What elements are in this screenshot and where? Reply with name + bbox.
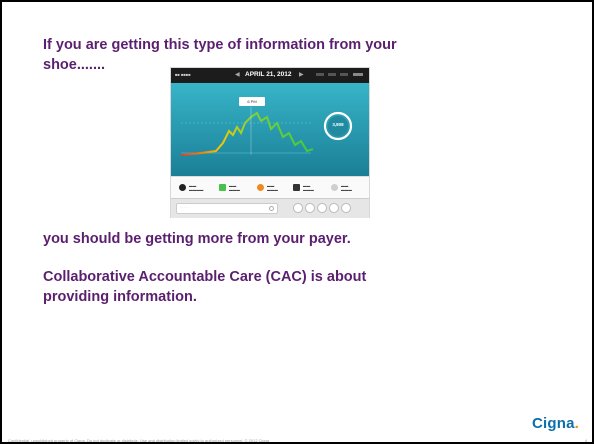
app-date: APRIL 21, 2012 xyxy=(245,71,292,78)
app-menu-item xyxy=(328,73,336,76)
share-dot xyxy=(305,203,315,213)
headline-line-1: If you are getting this type of informat… xyxy=(43,37,397,53)
app-top-bar: ■■ ■■■■ ◀ APRIL 21, 2012 ▶ xyxy=(171,68,369,83)
left-arrow-icon: ◀ xyxy=(235,71,240,78)
activity-chart-panel: 6 PM 3,808 xyxy=(171,83,369,176)
chart-tooltip: 6 PM xyxy=(239,97,265,106)
confidential-footer: Confidential, unpublished property of Ci… xyxy=(8,438,270,443)
share-dot xyxy=(317,203,327,213)
fuel-value: 3,808 xyxy=(332,122,344,127)
app-screenshot: ■■ ■■■■ ◀ APRIL 21, 2012 ▶ 6 PM 3,808 ▬▬… xyxy=(170,67,370,218)
share-dot xyxy=(329,203,339,213)
share-dot xyxy=(293,203,303,213)
body-line-payer: you should be getting more from your pay… xyxy=(43,231,351,247)
right-arrow-icon: ▶ xyxy=(299,71,304,78)
headline-line-2: shoe....... xyxy=(43,57,106,73)
app-menu-item xyxy=(353,73,363,76)
search-icon xyxy=(269,206,274,211)
fuel-gauge-icon: 3,808 xyxy=(323,111,353,141)
app-brand: ■■ ■■■■ xyxy=(175,72,191,77)
app-menu-item xyxy=(316,73,324,76)
body-line-info: providing information. xyxy=(43,289,197,305)
search-input: · · · · · xyxy=(176,203,278,214)
app-menu-item xyxy=(340,73,348,76)
app-stats-bar: ▬▬ ▬▬▬▬ ▬▬ ▬▬▬ ▬▬ ▬▬▬ ▬▬ ▬▬▬ ▬▬ ▬▬▬ xyxy=(171,176,369,199)
slide: If you are getting this type of informat… xyxy=(0,0,594,444)
app-bottom-bar: · · · · · xyxy=(171,198,369,218)
share-dot xyxy=(341,203,351,213)
cigna-logo: Cigna. xyxy=(532,415,580,432)
body-line-cac: Collaborative Accountable Care (CAC) is … xyxy=(43,269,367,285)
page-number: 4 xyxy=(585,438,588,443)
